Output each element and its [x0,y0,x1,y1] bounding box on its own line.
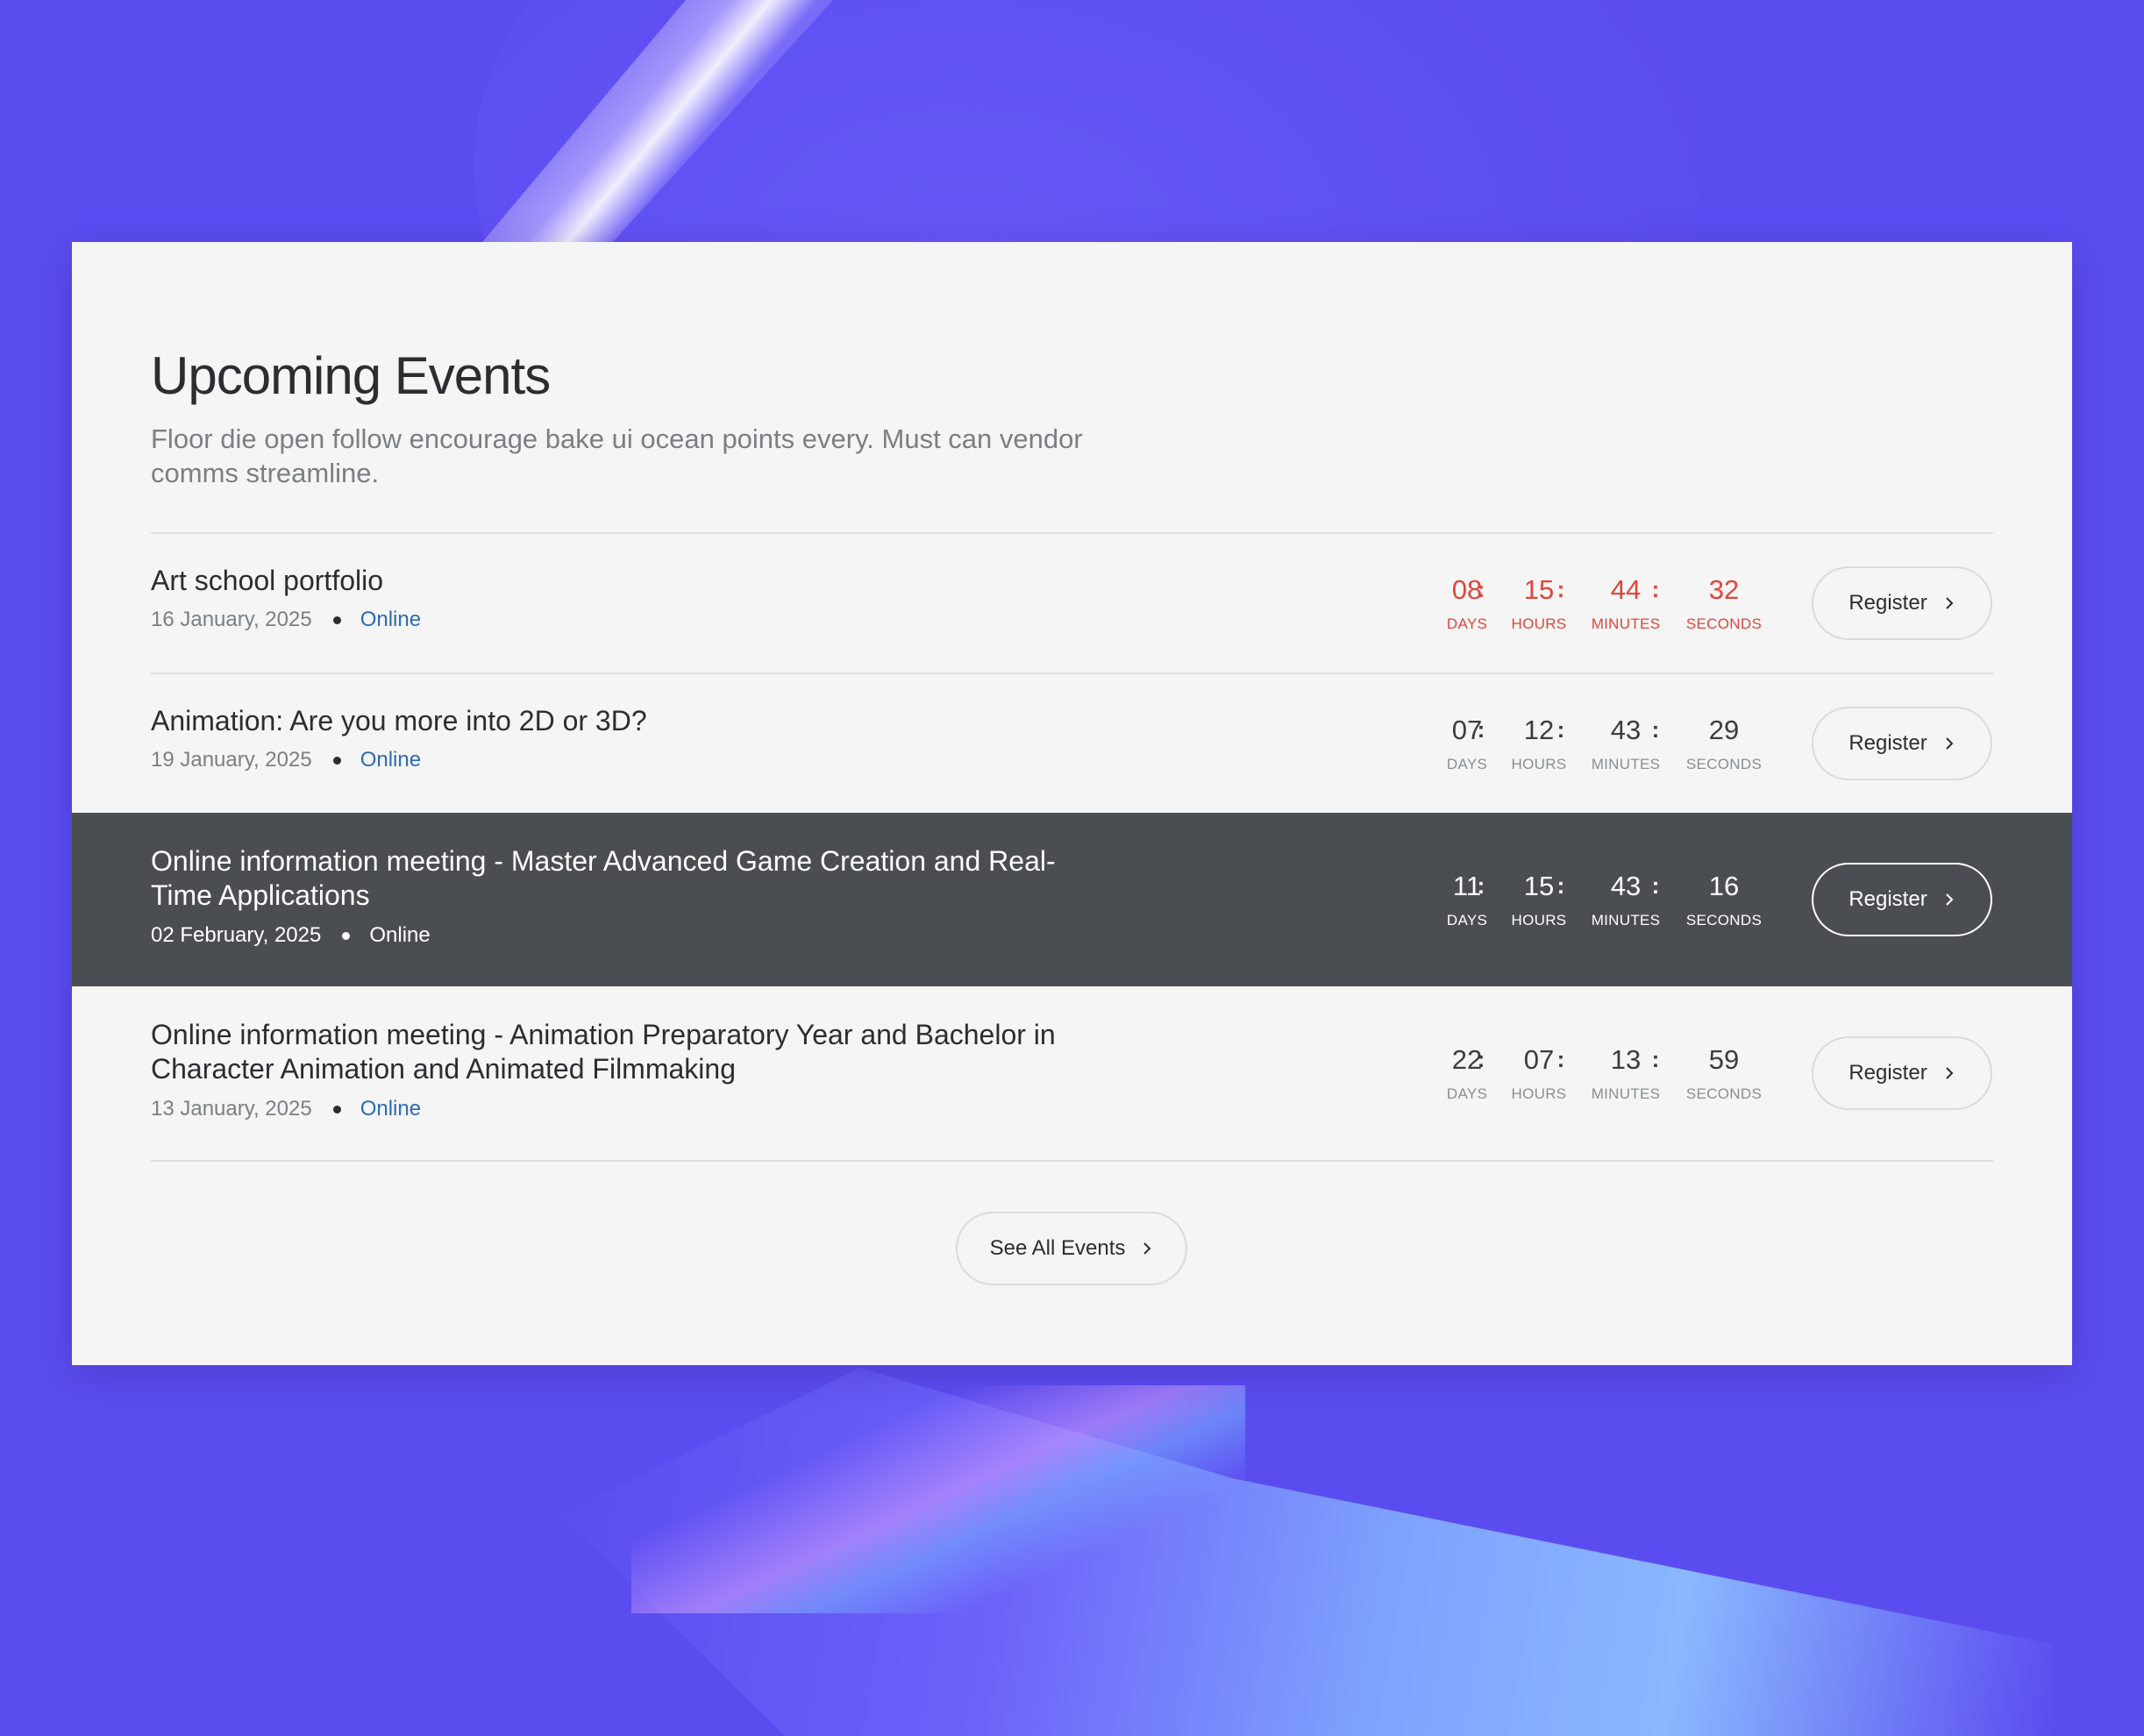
countdown-separator: : [1651,1046,1660,1072]
countdown-hours: 07 HOURS [1491,1044,1587,1104]
countdown-hours-value: 15 [1523,574,1555,605]
countdown-separator: : [1651,716,1660,743]
countdown-seconds: 59 SECONDS [1676,1044,1772,1104]
countdown-hours-value: 15 [1523,871,1555,901]
countdown-separator: : [1556,872,1565,899]
event-row-art-school-portfolio: Art school portfolio 16 January, 2025 On… [72,534,2072,672]
event-row-animation-bachelor: Online information meeting - Animation P… [72,986,2072,1160]
event-meta: 16 January, 2025 Online [151,608,421,632]
countdown-hours-label: HOURS [1511,1085,1567,1102]
event-title: Art school portfolio [151,565,384,596]
event-title: Animation: Are you more into 2D or 3D? [151,705,647,736]
event-countdown: 22 DAYS : 07 HOURS : 13 MINUTES : 59 SEC… [1440,1044,1843,1114]
countdown-hours-label: HOURS [1511,912,1567,928]
chevron-right-icon [1945,1067,1954,1079]
countdown-seconds-value: 29 [1708,715,1740,745]
event-location: Online [360,1097,422,1121]
register-button[interactable]: Register [1812,566,1992,640]
chevron-right-icon [1945,597,1954,609]
event-meta: 19 January, 2025 Online [151,748,421,772]
chevron-right-icon [1143,1242,1151,1255]
bullet-dot-icon [342,931,351,940]
countdown-separator: : [1477,1046,1485,1072]
countdown-seconds-value: 59 [1708,1044,1740,1075]
see-all-events-button[interactable]: See All Events [956,1212,1187,1285]
countdown-hours: 15 HOURS [1491,574,1587,634]
event-countdown: 11 DAYS : 15 HOURS : 43 MINUTES : 16 SEC… [1440,871,1843,941]
event-location: Online [369,923,431,947]
event-title: Online information meeting - Animation P… [151,1019,1056,1085]
register-button-label: Register [1848,591,1927,615]
event-date: 16 January, 2025 [151,608,312,631]
chevron-right-icon [1945,737,1954,750]
countdown-seconds: 16 SECONDS [1676,871,1772,930]
register-button[interactable]: Register [1812,707,1992,780]
event-row-animation-2d-3d: Animation: Are you more into 2D or 3D? 1… [72,674,2072,813]
countdown-minutes-label: MINUTES [1591,615,1661,632]
countdown-hours: 12 HOURS [1491,715,1587,774]
countdown-hours-label: HOURS [1511,615,1567,632]
bullet-dot-icon [332,756,341,765]
event-location: Online [360,748,422,772]
countdown-seconds-label: SECONDS [1685,1085,1763,1102]
events-header: Upcoming Events Floor die open follow en… [151,345,1115,490]
event-date: 02 February, 2025 [151,923,322,947]
event-title: Online information meeting - Master Adva… [151,845,1056,911]
countdown-seconds-label: SECONDS [1685,756,1763,772]
countdown-separator: : [1477,872,1485,899]
event-date: 13 January, 2025 [151,1097,312,1121]
countdown-separator: : [1556,716,1565,743]
event-countdown: 08 DAYS : 15 HOURS : 44 MINUTES : 32 SEC… [1440,574,1843,644]
bullet-dot-icon [332,615,341,624]
countdown-separator: : [1651,872,1660,899]
countdown-hours: 15 HOURS [1491,871,1587,930]
event-meta: 02 February, 2025 Online [151,923,431,948]
countdown-separator: : [1477,716,1485,743]
countdown-seconds-label: SECONDS [1685,615,1763,632]
page-subtitle: Floor die open follow encourage bake ui … [151,423,1083,488]
event-row-game-creation: Online information meeting - Master Adva… [72,813,2072,986]
countdown-separator: : [1477,576,1485,602]
countdown-separator: : [1556,1046,1565,1072]
countdown-hours-label: HOURS [1511,756,1567,772]
register-button[interactable]: Register [1812,863,1992,936]
register-button-label: Register [1848,1061,1927,1085]
countdown-seconds-label: SECONDS [1685,912,1763,928]
countdown-minutes-label: MINUTES [1591,756,1661,772]
events-card: Upcoming Events Floor die open follow en… [72,242,2072,1365]
chevron-right-icon [1945,893,1954,906]
countdown-hours-value: 12 [1523,715,1555,745]
countdown-minutes-label: MINUTES [1591,1085,1661,1102]
event-location: Online [360,608,422,631]
countdown-seconds: 29 SECONDS [1676,715,1772,774]
bullet-dot-icon [332,1105,341,1113]
register-button-label: Register [1848,731,1927,755]
page-title: Upcoming Events [151,346,551,405]
countdown-hours-value: 07 [1523,1044,1555,1075]
event-date: 19 January, 2025 [151,748,312,772]
event-countdown: 07 DAYS : 12 HOURS : 43 MINUTES : 29 SEC… [1440,715,1843,785]
countdown-seconds-value: 32 [1708,574,1740,605]
background-sheen-bottom [631,1385,1245,1613]
countdown-seconds-value: 16 [1708,871,1740,901]
countdown-seconds: 32 SECONDS [1676,574,1772,634]
countdown-separator: : [1651,576,1660,602]
divider [151,1160,1993,1162]
countdown-separator: : [1556,576,1565,602]
countdown-minutes-label: MINUTES [1591,912,1661,928]
register-button-label: Register [1848,887,1927,911]
register-button[interactable]: Register [1812,1036,1992,1110]
see-all-events-label: See All Events [989,1236,1126,1260]
event-meta: 13 January, 2025 Online [151,1097,421,1121]
